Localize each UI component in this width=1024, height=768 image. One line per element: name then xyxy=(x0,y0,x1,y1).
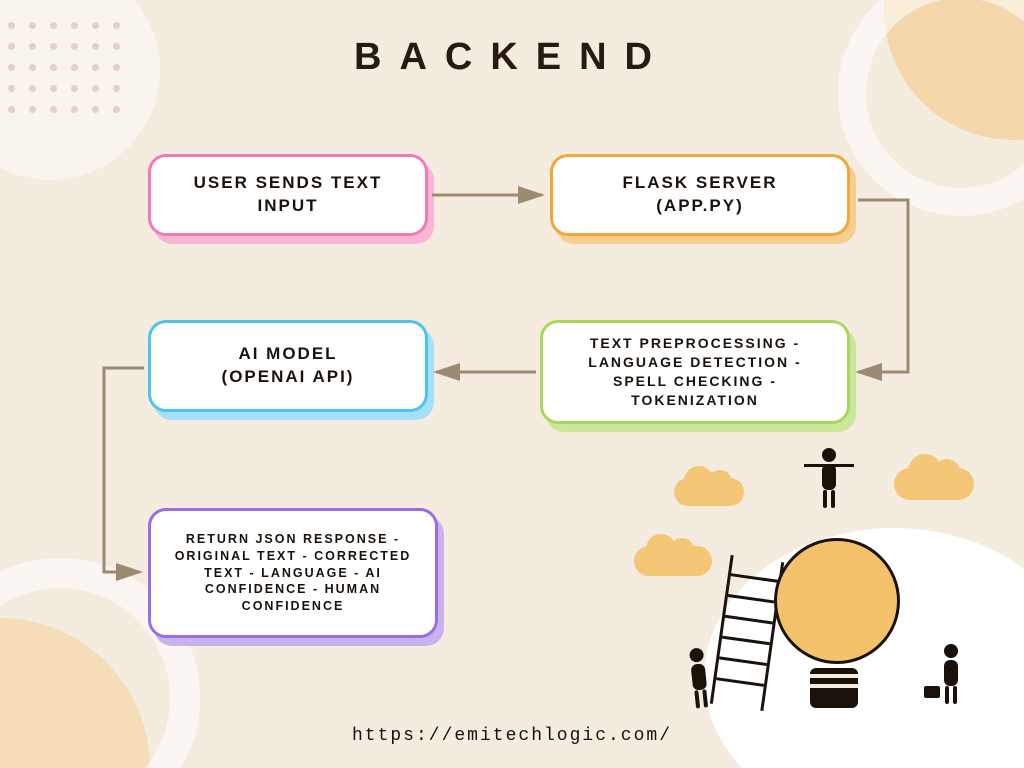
node-flask-server: FLASK SERVER (APP.PY) xyxy=(550,154,850,236)
cloud-icon xyxy=(894,468,974,500)
footer-url: https://emitechlogic.com/ xyxy=(0,726,1024,746)
node-label: FLASK SERVER (APP.PY) xyxy=(623,172,778,218)
person-icon xyxy=(814,448,844,508)
node-label: AI MODEL (OPENAI API) xyxy=(222,343,355,389)
person-icon xyxy=(681,647,717,710)
lightbulb-icon xyxy=(774,538,894,708)
node-return-json: RETURN JSON RESPONSE - ORIGINAL TEXT - C… xyxy=(148,508,438,638)
cloud-icon xyxy=(634,546,712,576)
node-ai-model: AI MODEL (OPENAI API) xyxy=(148,320,428,412)
illustration-lightbulb-team xyxy=(664,468,984,728)
arrow-n4-n5 xyxy=(104,368,144,572)
node-user-input: USER SENDS TEXT INPUT xyxy=(148,154,428,236)
watering-can-icon xyxy=(924,686,940,698)
page-title: BACKEND xyxy=(0,36,1024,79)
node-label: USER SENDS TEXT INPUT xyxy=(194,172,383,218)
decor-ring-top-right xyxy=(838,0,1024,216)
node-text-preprocessing: TEXT PREPROCESSING - LANGUAGE DETECTION … xyxy=(540,320,850,424)
node-label: TEXT PREPROCESSING - LANGUAGE DETECTION … xyxy=(588,334,801,410)
person-icon xyxy=(936,644,966,704)
cloud-icon xyxy=(674,478,744,506)
node-label: RETURN JSON RESPONSE - ORIGINAL TEXT - C… xyxy=(175,531,412,615)
arrow-n2-n3 xyxy=(858,200,908,372)
